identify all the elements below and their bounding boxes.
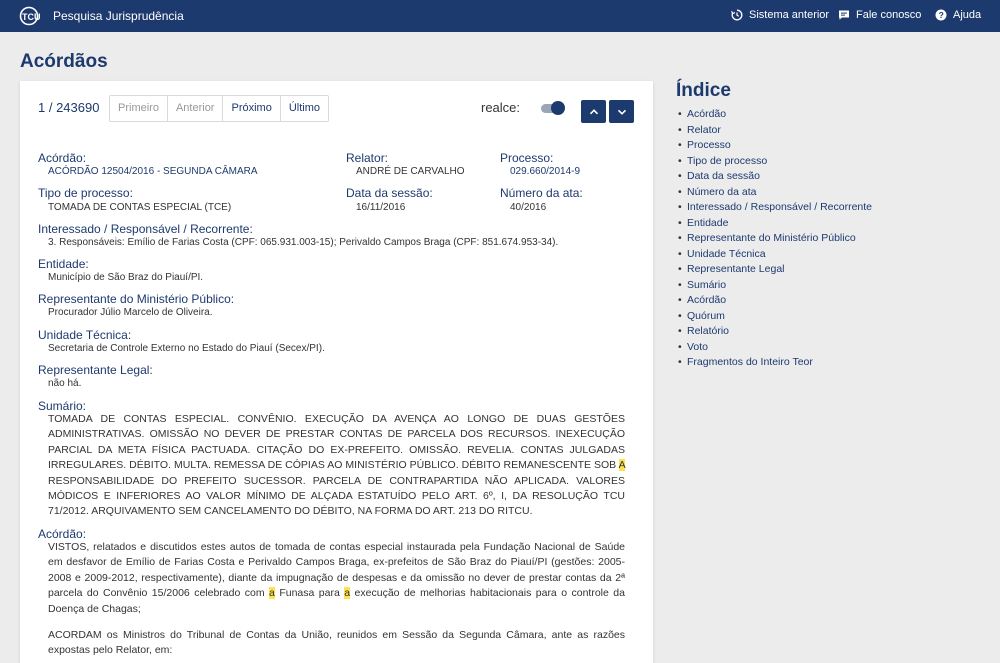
numero-ata-value: 40/2016 bbox=[510, 202, 547, 213]
document-card: 1 / 243690 Primeiro Anterior Próximo Últ… bbox=[20, 81, 653, 663]
entidade-label: Entidade: bbox=[38, 257, 89, 271]
svg-text:?: ? bbox=[939, 10, 944, 20]
acordao-value[interactable]: ACÓRDÃO 12504/2016 - SEGUNDA CÂMARA bbox=[48, 166, 258, 177]
chevron-down-icon bbox=[617, 109, 626, 115]
index-item-quorum[interactable]: Quórum bbox=[678, 309, 872, 325]
pagination: Primeiro Anterior Próximo Último bbox=[109, 95, 329, 122]
scroll-down-button[interactable] bbox=[609, 100, 634, 123]
index-item-unidade-tecnica[interactable]: Unidade Técnica bbox=[678, 247, 872, 263]
history-icon bbox=[731, 9, 743, 21]
unidade-tecnica-label: Unidade Técnica: bbox=[38, 328, 132, 342]
chat-icon bbox=[839, 10, 849, 20]
nav-fale-conosco[interactable]: Fale conosco bbox=[838, 9, 921, 21]
sumario-text-part: RESPONSABILIDADE DO PREFEITO SUCESSOR. P… bbox=[48, 474, 625, 518]
relator-label: Relator: bbox=[346, 151, 389, 165]
top-bar: TCU Pesquisa Jurisprudência Sistema ante… bbox=[0, 0, 1000, 32]
index-item-entidade[interactable]: Entidade bbox=[678, 216, 872, 232]
svg-text:TCU: TCU bbox=[22, 12, 41, 22]
realce-toggle[interactable] bbox=[541, 101, 565, 115]
sumario-label: Sumário: bbox=[38, 399, 87, 413]
index-item-data-sessao[interactable]: Data da sessão bbox=[678, 169, 872, 185]
acordao-text-part: Funasa para bbox=[274, 587, 345, 600]
acordao-text-label: Acórdão: bbox=[38, 527, 87, 541]
processo-label: Processo: bbox=[500, 151, 554, 165]
last-page-button[interactable]: Último bbox=[281, 96, 328, 121]
nav-label: Fale conosco bbox=[856, 9, 922, 21]
data-sessao-value: 16/11/2016 bbox=[356, 202, 406, 213]
acordao-label: Acórdão: bbox=[38, 151, 87, 165]
nav-label: Sistema anterior bbox=[749, 9, 830, 21]
nav-label: Ajuda bbox=[953, 9, 982, 21]
index-item-representante-mp[interactable]: Representante do Ministério Público bbox=[678, 231, 872, 247]
entidade-value: Município de São Braz do Piauí/PI. bbox=[48, 272, 204, 283]
toggle-knob bbox=[551, 101, 565, 115]
representante-mp-label: Representante do Ministério Público: bbox=[38, 292, 235, 306]
index-item-relator[interactable]: Relator bbox=[678, 123, 872, 139]
index-item-representante-legal[interactable]: Representante Legal bbox=[678, 262, 872, 278]
page-title: Acórdãos bbox=[20, 51, 108, 72]
chevron-up-icon bbox=[589, 108, 598, 114]
relator-value: ANDRÉ DE CARVALHO bbox=[356, 166, 465, 177]
unidade-tecnica-value: Secretaria de Controle Externo no Estado… bbox=[48, 343, 325, 354]
scroll-up-button[interactable] bbox=[581, 100, 606, 123]
prev-page-button[interactable]: Anterior bbox=[168, 96, 224, 121]
index-item-fragmentos[interactable]: Fragmentos do Inteiro Teor bbox=[678, 355, 872, 371]
index-item-numero-ata[interactable]: Número da ata bbox=[678, 185, 872, 201]
representante-legal-label: Representante Legal: bbox=[38, 363, 153, 377]
interessado-value: 3. Responsáveis: Emílio de Farias Costa … bbox=[48, 237, 559, 248]
index-title: Índice bbox=[676, 80, 731, 101]
nav-ajuda[interactable]: ? Ajuda bbox=[935, 9, 981, 21]
representante-legal-value: não há. bbox=[48, 378, 82, 389]
index-list: Acórdão Relator Processo Tipo de process… bbox=[678, 107, 872, 371]
result-counter: 1 / 243690 bbox=[38, 100, 100, 115]
acordao-paragraph-1: VISTOS, relatados e discutidos estes aut… bbox=[48, 540, 625, 617]
representante-mp-value: Procurador Júlio Marcelo de Oliveira. bbox=[48, 307, 213, 318]
tipo-processo-value: TOMADA DE CONTAS ESPECIAL (TCE) bbox=[48, 202, 232, 213]
realce-label: realce: bbox=[481, 100, 521, 115]
index-item-interessado[interactable]: Interessado / Responsável / Recorrente bbox=[678, 200, 872, 216]
search-highlight: A bbox=[618, 459, 625, 472]
index-item-relatorio[interactable]: Relatório bbox=[678, 324, 872, 340]
sumario-text: TOMADA DE CONTAS ESPECIAL. CONVÊNIO. EXE… bbox=[48, 412, 625, 520]
processo-value[interactable]: 029.660/2014-9 bbox=[510, 166, 580, 177]
index-item-sumario[interactable]: Sumário bbox=[678, 278, 872, 294]
index-item-acordao-texto[interactable]: Acórdão bbox=[678, 293, 872, 309]
app-title[interactable]: Pesquisa Jurisprudência bbox=[53, 9, 184, 23]
index-item-acordao[interactable]: Acórdão bbox=[678, 107, 872, 123]
sumario-text-part: TOMADA DE CONTAS ESPECIAL. CONVÊNIO. EXE… bbox=[48, 413, 625, 472]
numero-ata-label: Número da ata: bbox=[500, 186, 583, 200]
tcu-logo[interactable]: TCU bbox=[18, 6, 44, 26]
interessado-label: Interessado / Responsável / Recorrente: bbox=[38, 222, 253, 236]
first-page-button[interactable]: Primeiro bbox=[110, 96, 168, 121]
acordao-paragraph-2: ACORDAM os Ministros do Tribunal de Cont… bbox=[48, 629, 625, 657]
help-icon: ? bbox=[935, 9, 947, 21]
nav-sistema-anterior[interactable]: Sistema anterior bbox=[731, 9, 829, 21]
next-page-button[interactable]: Próximo bbox=[223, 96, 281, 121]
tipo-processo-label: Tipo de processo: bbox=[38, 186, 133, 200]
index-item-tipo-processo[interactable]: Tipo de processo bbox=[678, 154, 872, 170]
index-item-processo[interactable]: Processo bbox=[678, 138, 872, 154]
index-item-voto[interactable]: Voto bbox=[678, 340, 872, 356]
data-sessao-label: Data da sessão: bbox=[346, 186, 433, 200]
